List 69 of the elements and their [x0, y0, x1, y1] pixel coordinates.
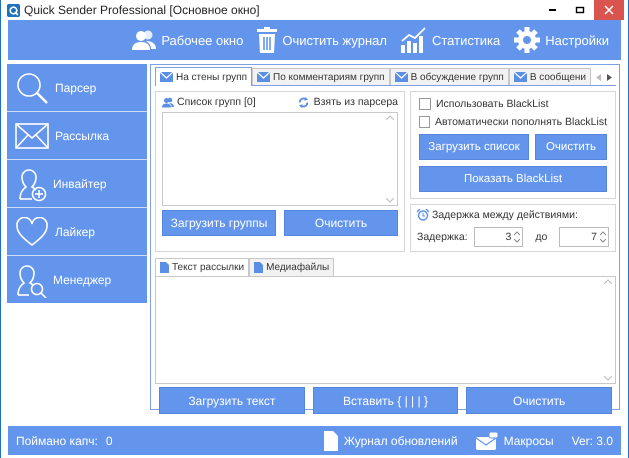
action-button[interactable]: Показать BlackList — [419, 166, 607, 192]
delay-title: Задержка между действиями: — [432, 209, 578, 221]
action-button[interactable]: Вставить { | | | } — [312, 387, 458, 414]
refresh-icon — [298, 96, 309, 108]
spinner-arrows-icon — [600, 231, 606, 243]
action-button[interactable]: Загрузить группы — [162, 210, 276, 236]
heart-icon — [15, 216, 49, 246]
scroll-up-icon — [604, 279, 612, 284]
document-icon — [254, 262, 264, 273]
app-logo-icon — [7, 4, 20, 16]
tab[interactable]: По комментариям групп — [252, 68, 390, 85]
action-button[interactable]: Очистить — [466, 387, 612, 414]
sidebar-item[interactable]: Менеджер — [7, 256, 147, 303]
version-label: Ver: 3.0 — [572, 434, 613, 448]
envelope-icon — [476, 432, 498, 450]
document-icon — [160, 262, 169, 273]
tab[interactable]: Медиафайлы — [249, 258, 334, 276]
close-icon — [604, 5, 614, 15]
minimize-icon — [548, 9, 556, 11]
sidebar-item[interactable]: Парсер — [7, 64, 147, 111]
scroll-down-icon — [604, 376, 612, 381]
scroll-up-icon — [386, 115, 394, 120]
action-button[interactable]: Очистить — [535, 134, 607, 160]
tab[interactable]: На стены групп — [155, 67, 252, 86]
document-icon — [324, 430, 338, 450]
scroll-right-icon — [607, 74, 612, 81]
delay-label: Задержка: — [417, 231, 468, 243]
number-field[interactable]: 7 — [559, 227, 609, 247]
alarm-clock-icon — [417, 209, 429, 221]
to-label: до — [535, 231, 548, 243]
sidebar-item[interactable]: Лайкер — [7, 208, 147, 255]
users-icon — [132, 29, 156, 51]
maximize-icon — [575, 5, 585, 15]
number-field[interactable]: 3 — [474, 227, 524, 247]
macros-link[interactable]: Макросы — [476, 432, 554, 450]
action-button[interactable]: Очистить — [284, 210, 398, 236]
envelope-icon — [160, 72, 173, 82]
toolbar-button[interactable]: Очистить журнал — [257, 27, 387, 53]
action-button[interactable]: Загрузить список — [419, 134, 529, 160]
groups-list-label: Список групп [0] — [177, 96, 256, 108]
tab[interactable]: В сообщени — [508, 68, 592, 85]
checkbox[interactable]: Использовать BlackList — [419, 98, 607, 110]
checkbox[interactable]: Автоматически пополнять BlackList — [419, 116, 607, 128]
take-from-parser-link[interactable]: Взять из парсера — [298, 96, 398, 108]
search-icon — [15, 70, 49, 104]
bar-chart-icon — [400, 27, 427, 53]
envelope-icon — [514, 72, 527, 82]
tab[interactable]: В обсуждение групп — [390, 68, 509, 85]
action-button[interactable]: Загрузить текст — [159, 387, 305, 414]
envelope-icon — [257, 72, 270, 82]
users-icon — [162, 96, 174, 108]
updates-log-link[interactable]: Журнал обновлений — [324, 430, 458, 450]
close-button[interactable] — [594, 0, 624, 20]
scroll-left-icon — [596, 74, 601, 81]
envelope-icon — [15, 122, 49, 148]
envelope-icon — [394, 72, 408, 82]
captcha-count: 0 — [106, 434, 113, 448]
settings-icon — [514, 27, 540, 53]
spinner-arrows-icon — [514, 231, 520, 243]
tab[interactable]: Текст рассылки — [155, 258, 250, 276]
sidebar-item[interactable]: Инвайтер — [7, 160, 147, 207]
toolbar-button[interactable]: Статистика — [400, 27, 500, 53]
captcha-label: Поймано капч: — [16, 434, 98, 448]
toolbar-button[interactable]: Рабочее окно — [132, 29, 244, 51]
trash-icon — [257, 27, 278, 53]
toolbar-button[interactable]: Настройки — [514, 27, 609, 53]
sidebar-item[interactable]: Рассылка — [7, 112, 147, 159]
scroll-down-icon — [386, 198, 394, 203]
window-title: Quick Sender Professional [Основное окно] — [24, 3, 261, 17]
